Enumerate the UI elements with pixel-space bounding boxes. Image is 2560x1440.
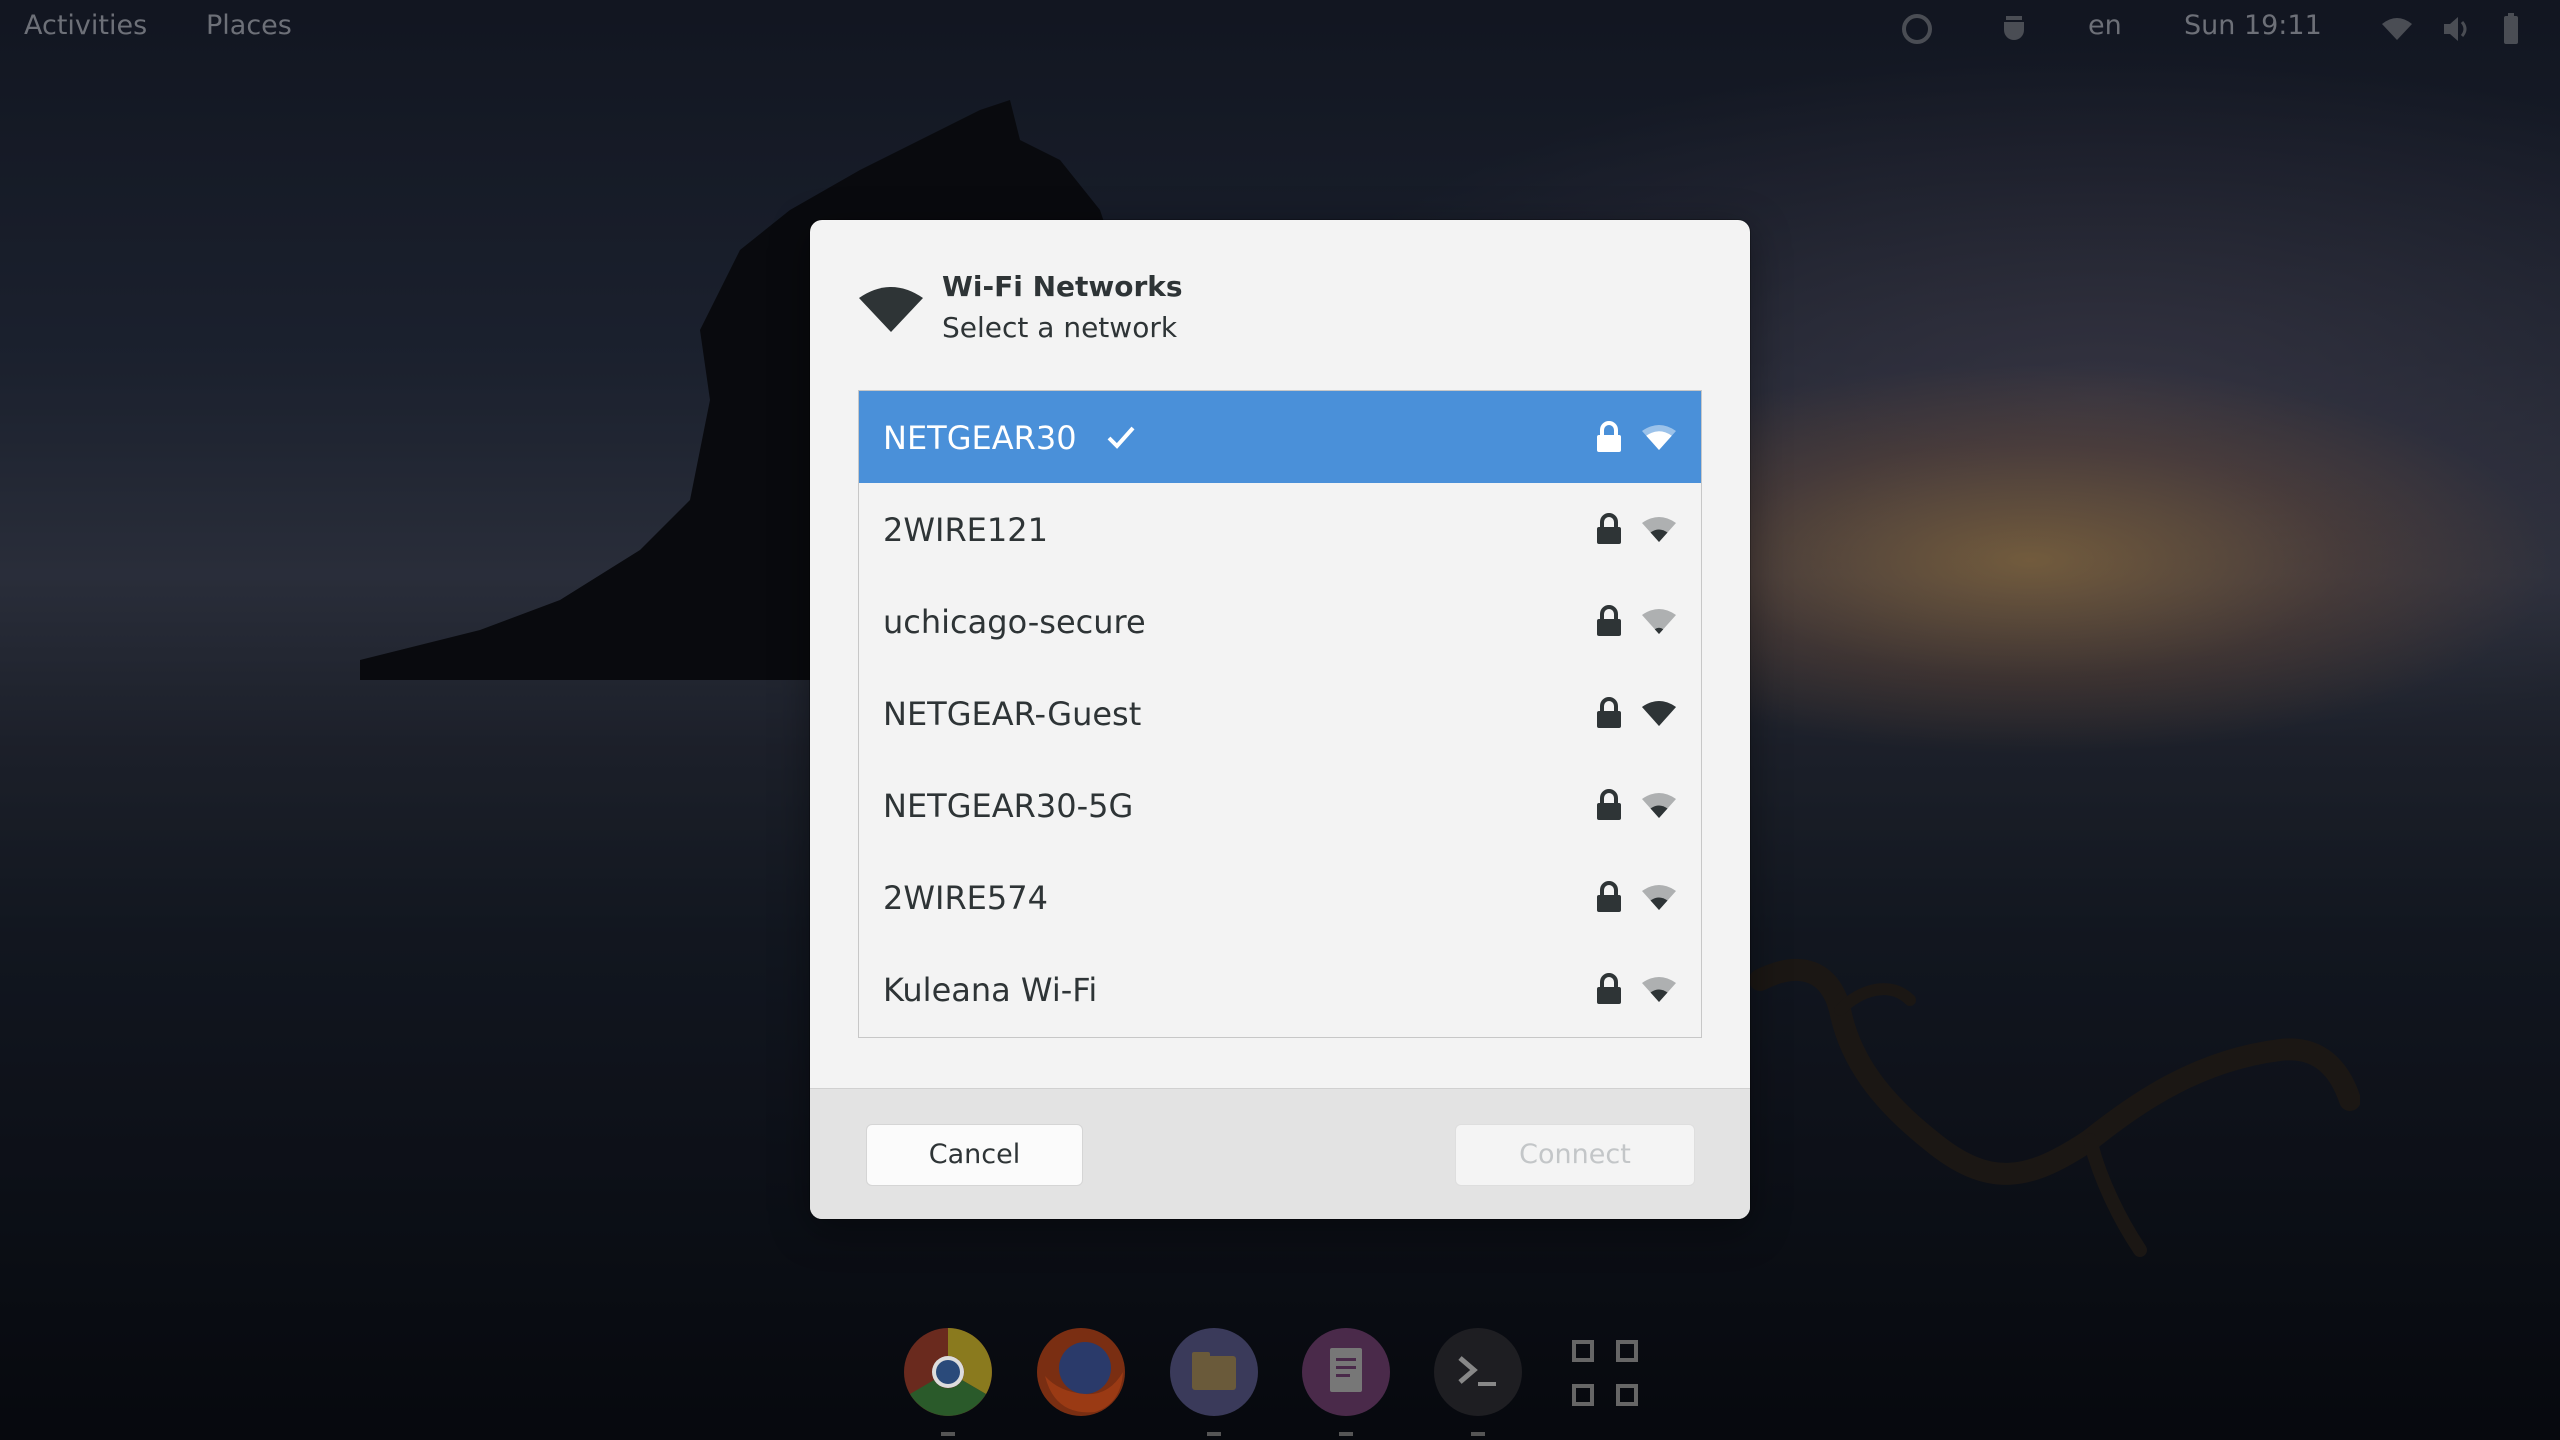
network-row[interactable]: NETGEAR30 bbox=[859, 391, 1701, 483]
connect-button[interactable]: Connect bbox=[1455, 1124, 1695, 1186]
signal-strength-icon bbox=[1642, 609, 1676, 634]
network-name: NETGEAR30-5G bbox=[883, 787, 1134, 825]
network-name: 2WIRE121 bbox=[883, 511, 1048, 549]
wifi-icon bbox=[859, 287, 923, 332]
signal-strength-icon bbox=[1642, 701, 1676, 726]
dialog-subtitle: Select a network bbox=[942, 311, 1178, 344]
network-list: NETGEAR30 2WIRE121 uchicago-secure NETGEAR-… bbox=[858, 390, 1702, 1038]
text-editor-icon[interactable] bbox=[1300, 1326, 1392, 1418]
lock-icon bbox=[1597, 513, 1621, 544]
chrome-icon[interactable] bbox=[902, 1326, 994, 1418]
signal-strength-icon bbox=[1642, 517, 1676, 542]
cancel-button[interactable]: Cancel bbox=[866, 1124, 1083, 1186]
dialog-title: Wi-Fi Networks bbox=[942, 270, 1183, 303]
network-name: NETGEAR30 bbox=[883, 419, 1077, 457]
signal-strength-icon bbox=[1642, 793, 1676, 818]
lock-icon bbox=[1597, 881, 1621, 912]
volume-icon[interactable] bbox=[2440, 12, 2474, 46]
clock[interactable]: Sun 19:11 bbox=[2184, 10, 2322, 41]
network-name: Kuleana Wi-Fi bbox=[883, 971, 1098, 1009]
language-indicator[interactable]: en bbox=[2088, 10, 2122, 41]
wifi-icon[interactable] bbox=[2380, 12, 2414, 46]
lock-icon bbox=[1597, 697, 1621, 728]
running-indicator bbox=[1339, 1432, 1353, 1436]
tea-cup-icon[interactable] bbox=[1998, 12, 2032, 46]
network-name: 2WIRE574 bbox=[883, 879, 1048, 917]
checkmark-icon bbox=[1107, 426, 1135, 449]
firefox-icon[interactable] bbox=[1035, 1326, 1127, 1418]
activities-button[interactable]: Activities bbox=[24, 10, 147, 41]
top-bar: Activities Places en Sun 19:11 bbox=[0, 0, 2560, 56]
battery-icon[interactable] bbox=[2494, 12, 2528, 46]
network-row[interactable]: uchicago-secure bbox=[859, 575, 1701, 667]
files-icon[interactable] bbox=[1168, 1326, 1260, 1418]
signal-strength-icon bbox=[1642, 885, 1676, 910]
network-row[interactable]: NETGEAR30-5G bbox=[859, 759, 1701, 851]
terminal-icon[interactable] bbox=[1432, 1326, 1524, 1418]
running-indicator bbox=[941, 1432, 955, 1436]
network-name: NETGEAR-Guest bbox=[883, 695, 1142, 733]
running-indicator bbox=[1207, 1432, 1221, 1436]
network-row[interactable]: 2WIRE574 bbox=[859, 851, 1701, 943]
sync-icon[interactable] bbox=[1900, 12, 1934, 46]
network-row[interactable]: Kuleana Wi-Fi bbox=[859, 943, 1701, 1035]
dialog-footer: Cancel Connect bbox=[810, 1088, 1750, 1219]
wifi-networks-dialog: Wi-Fi Networks Select a network NETGEAR3… bbox=[810, 220, 1750, 1219]
network-row[interactable]: NETGEAR-Guest bbox=[859, 667, 1701, 759]
show-applications-icon[interactable] bbox=[1568, 1336, 1644, 1412]
network-row[interactable]: 2WIRE121 bbox=[859, 483, 1701, 575]
lock-icon bbox=[1597, 973, 1621, 1004]
signal-strength-icon bbox=[1642, 425, 1676, 450]
network-name: uchicago-secure bbox=[883, 603, 1146, 641]
signal-strength-icon bbox=[1642, 977, 1676, 1002]
lock-icon bbox=[1597, 605, 1621, 636]
running-indicator bbox=[1471, 1432, 1485, 1436]
places-menu[interactable]: Places bbox=[206, 10, 292, 41]
lock-icon bbox=[1597, 421, 1621, 452]
lock-icon bbox=[1597, 789, 1621, 820]
